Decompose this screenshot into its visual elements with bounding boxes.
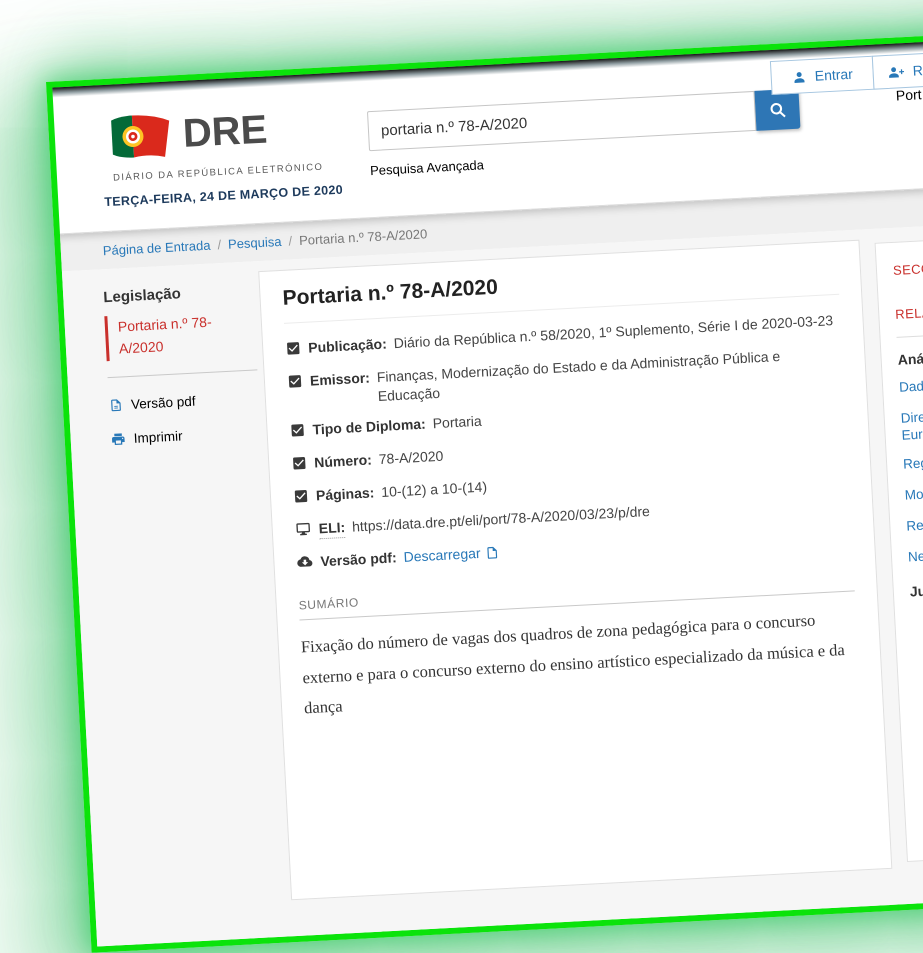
- related-item-link[interactable]: Dado: [899, 367, 923, 396]
- person-icon: [791, 69, 807, 85]
- related-divider: [897, 325, 923, 338]
- summary-text: Fixação do número de vagas dos quadros d…: [300, 603, 860, 724]
- breadcrumb-separator: /: [288, 233, 292, 248]
- meta-value: 10-(12) a 10-(14): [381, 477, 488, 502]
- printer-icon: [110, 432, 126, 448]
- print-label: Imprimir: [133, 429, 182, 447]
- analysis-heading: Análi: [897, 340, 923, 368]
- search-button[interactable]: [754, 89, 800, 131]
- related-item-link[interactable]: Retif: [906, 506, 923, 535]
- page-title: Portaria n.º 78-A/2020: [282, 258, 839, 324]
- register-button[interactable]: Reg: [872, 48, 923, 89]
- register-label: Reg: [912, 61, 923, 78]
- portal-link[interactable]: Port: [895, 86, 921, 103]
- pdf-version-label: Versão pdf: [131, 394, 196, 412]
- print-link[interactable]: Imprimir: [110, 425, 263, 448]
- sidebar-item-active[interactable]: Portaria n.º 78-A/2020: [104, 310, 227, 362]
- document-card: Portaria n.º 78-A/2020 Publicação: Diári…: [258, 240, 892, 901]
- site-logo[interactable]: DRE: [108, 107, 269, 161]
- current-date: TERÇA-FEIRA, 24 DE MARÇO DE 2020: [104, 183, 343, 209]
- sidebar-divider: [108, 370, 258, 379]
- meta-value: Portaria: [432, 412, 482, 434]
- search-input[interactable]: [367, 91, 757, 151]
- download-label: Descarregar: [403, 544, 481, 567]
- content-area: Legislação Portaria n.º 78-A/2020 Versão…: [62, 210, 923, 946]
- related-link[interactable]: RELAC: [895, 295, 923, 322]
- search-box: [367, 89, 801, 152]
- breadcrumb-home-link[interactable]: Página de Entrada: [103, 238, 211, 259]
- download-link[interactable]: Descarregar: [403, 543, 500, 567]
- search-icon: [767, 100, 787, 120]
- checkbox-icon: [287, 373, 304, 395]
- pdf-file-icon: [109, 398, 124, 414]
- jurisprudence-heading: Juri: [909, 572, 923, 600]
- login-label: Entrar: [814, 66, 853, 84]
- sections-link[interactable]: SECÇÕ: [893, 251, 923, 278]
- related-item-link[interactable]: Mod: [904, 475, 923, 504]
- breadcrumb-separator: /: [217, 237, 221, 252]
- checkbox-icon: [291, 455, 308, 477]
- breadcrumb-current: Portaria n.º 78-A/2020: [299, 226, 428, 248]
- login-button[interactable]: Entrar: [770, 56, 875, 95]
- left-sidebar: Legislação Portaria n.º 78-A/2020 Versão…: [103, 281, 264, 466]
- meta-label: Versão pdf:: [320, 548, 397, 571]
- checkbox-icon: [293, 488, 310, 510]
- breadcrumb-search-link[interactable]: Pesquisa: [228, 234, 282, 252]
- checkbox-icon: [285, 340, 302, 362]
- meta-label: Páginas:: [316, 483, 375, 505]
- summary-section: SUMÁRIO Fixação do número de vagas dos q…: [298, 569, 860, 723]
- meta-value: 78-A/2020: [378, 447, 444, 469]
- meta-label: ELI:: [318, 518, 345, 539]
- meta-label: Tipo de Diploma:: [312, 415, 426, 440]
- related-item-link[interactable]: New: [908, 537, 923, 566]
- checkbox-icon: [289, 422, 306, 444]
- cloud-download-icon: [296, 554, 314, 575]
- related-item-line: Direit: [900, 398, 923, 427]
- meta-label: Emissor:: [310, 368, 371, 390]
- advanced-search-link[interactable]: Pesquisa Avançada: [370, 157, 485, 178]
- portugal-flag-icon: [108, 111, 174, 160]
- monitor-icon: [294, 521, 312, 543]
- pdf-version-link[interactable]: Versão pdf: [109, 391, 262, 414]
- eli-url[interactable]: https://data.dre.pt/eli/port/78-A/2020/0…: [352, 502, 651, 537]
- person-plus-icon: [887, 64, 905, 80]
- auth-buttons: Entrar Reg: [770, 48, 923, 95]
- site-page: Entrar Reg Port DRE DIÁRIO DA REPÚBLICA …: [46, 20, 923, 953]
- pdf-file-icon: [485, 545, 500, 561]
- related-item-link[interactable]: Direit Europ: [900, 398, 923, 444]
- meta-label: Publicação:: [308, 335, 387, 358]
- meta-label: Número:: [314, 450, 372, 472]
- related-item-link[interactable]: Regu: [903, 444, 923, 473]
- sidebar-section-title: Legislação: [103, 281, 256, 306]
- logo-subtitle: DIÁRIO DA REPÚBLICA ELETRÓNICO: [113, 162, 324, 184]
- logo-title: DRE: [182, 107, 269, 157]
